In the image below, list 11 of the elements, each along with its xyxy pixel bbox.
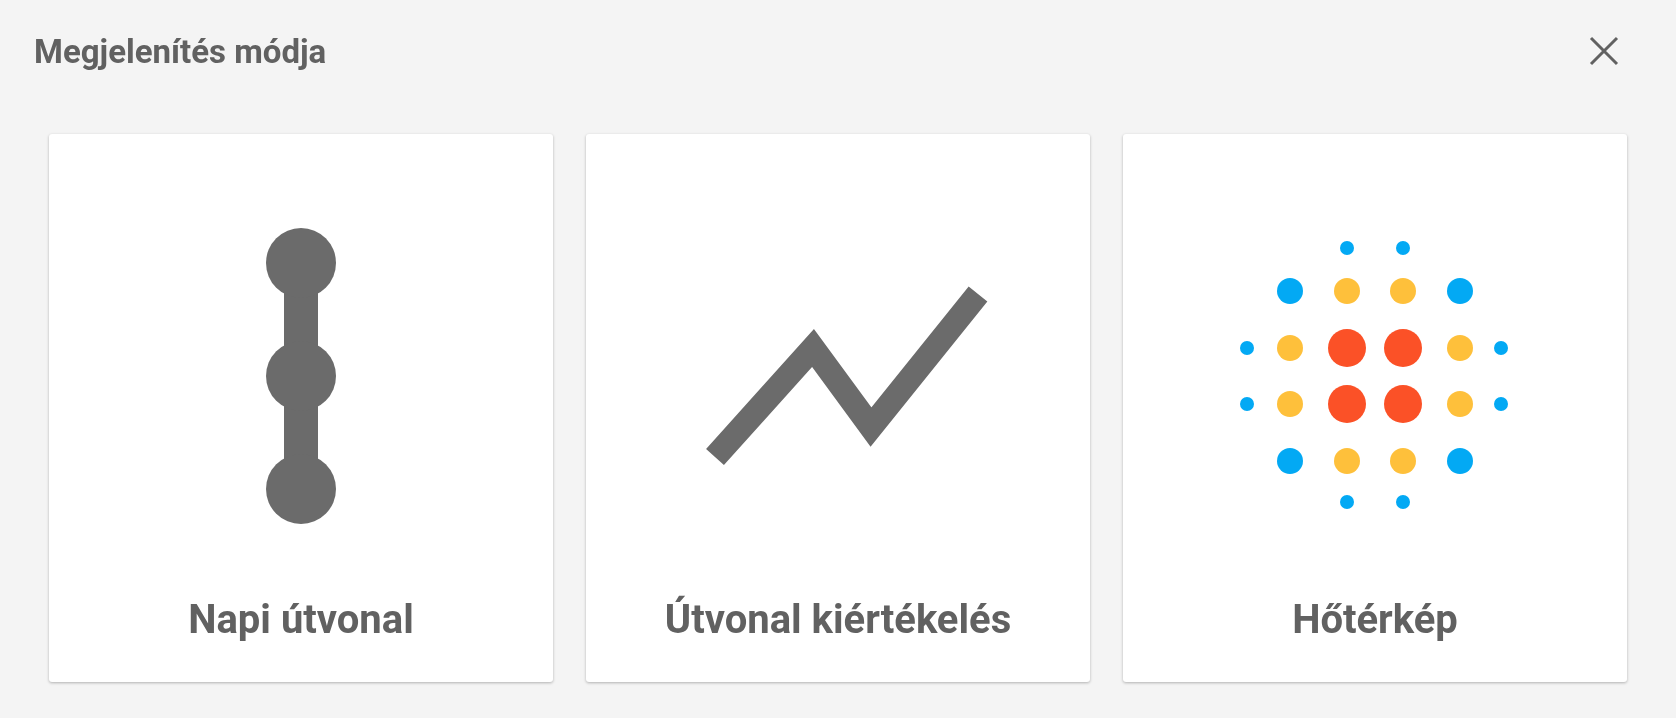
card-label: Hőtérkép: [1292, 596, 1458, 644]
card-label: Napi útvonal: [188, 596, 414, 644]
view-mode-card[interactable]: Útvonal kiértékelés: [586, 134, 1090, 682]
heatmap-icon: [1240, 241, 1508, 509]
dialog-title: Megjelenítés módja: [34, 31, 327, 71]
trend-line-icon: [706, 286, 988, 465]
close-button[interactable]: [1589, 36, 1619, 66]
view-mode-card[interactable]: Napi útvonal: [49, 134, 553, 682]
card-label: Útvonal kiértékelés: [664, 596, 1012, 644]
chain-icon: [266, 228, 336, 524]
view-mode-card[interactable]: Hőtérkép: [1123, 134, 1627, 682]
